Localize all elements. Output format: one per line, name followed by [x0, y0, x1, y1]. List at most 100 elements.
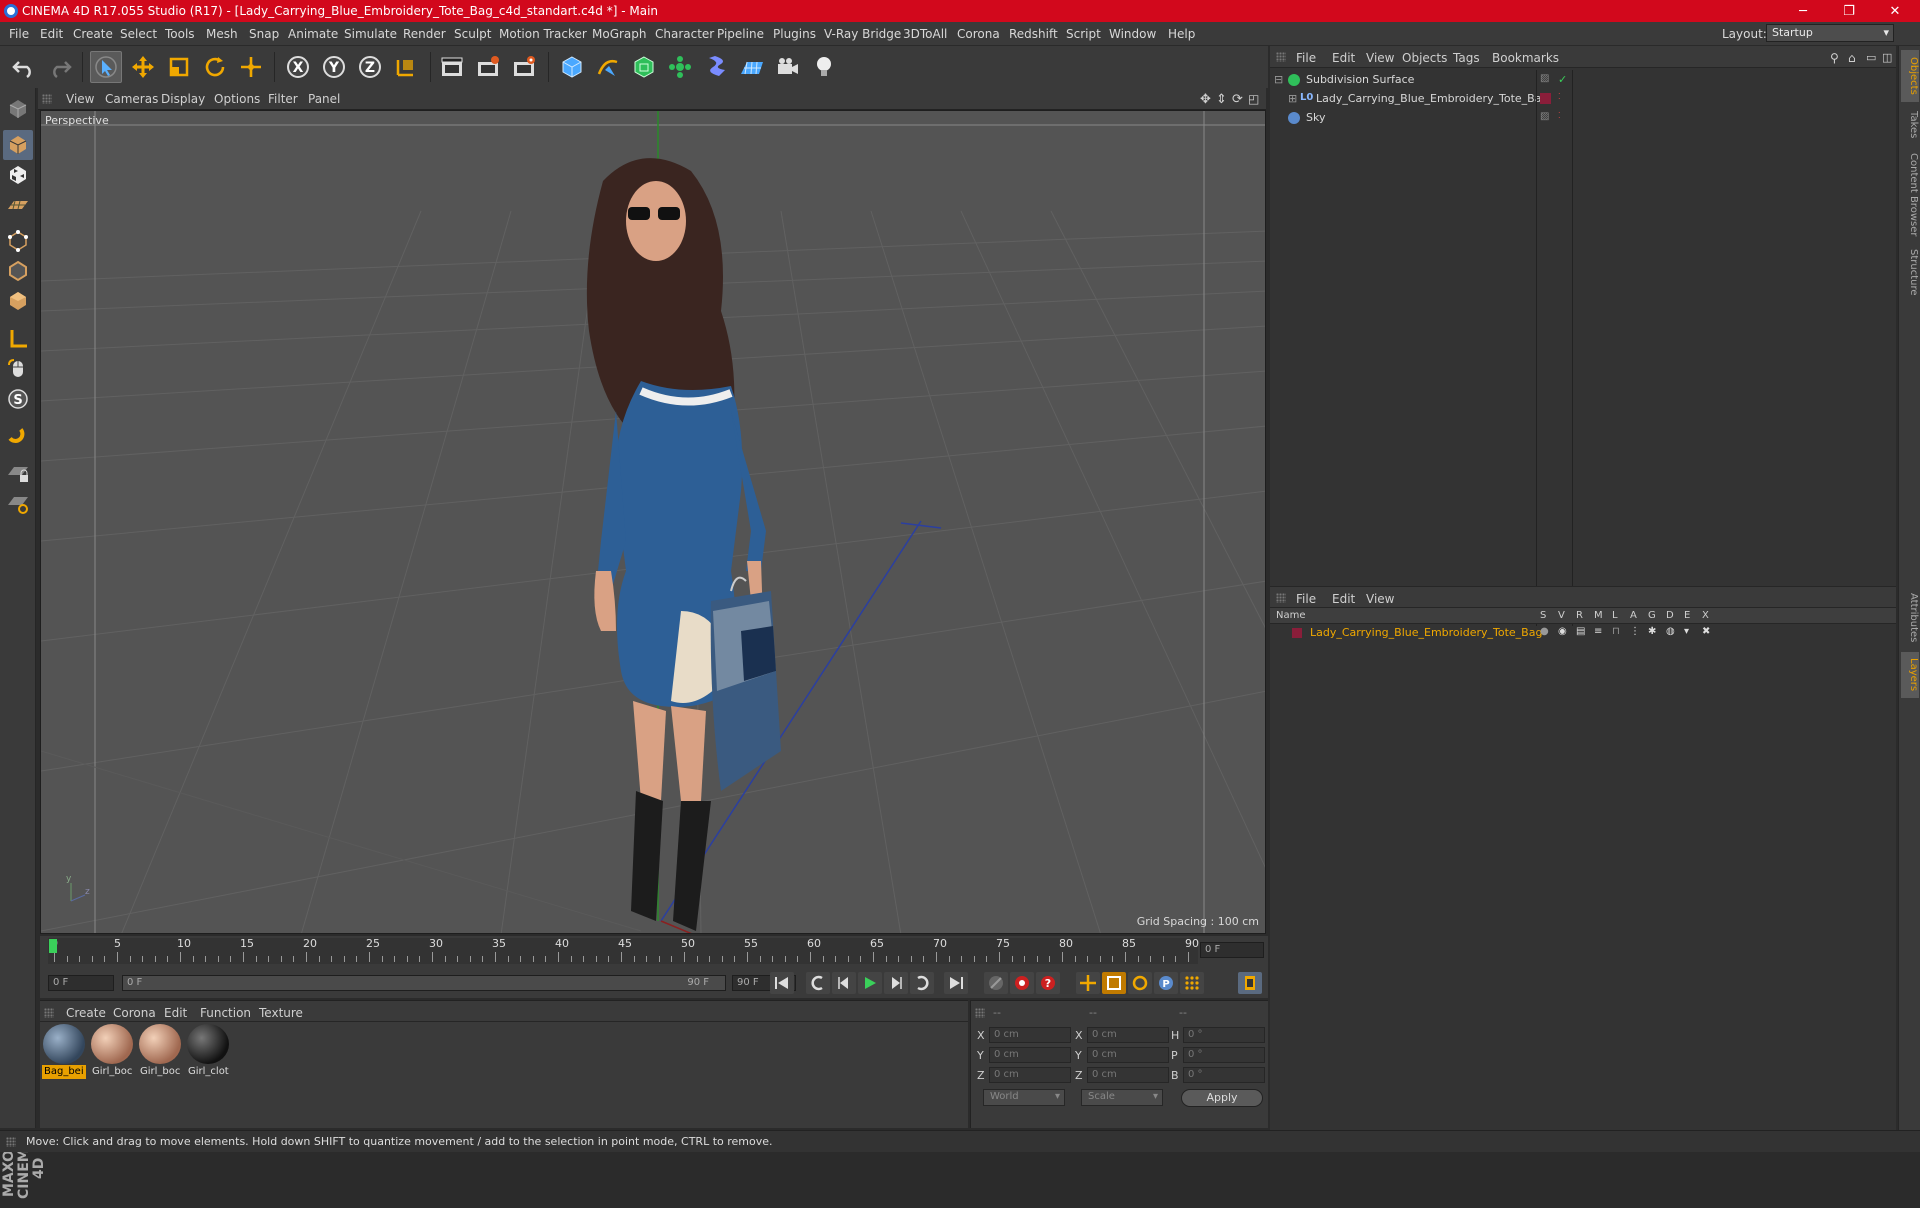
size-x-field[interactable]: 0 cm	[1087, 1027, 1169, 1043]
undo-button[interactable]	[8, 51, 40, 83]
material-swatch[interactable]: Girl_boc	[90, 1023, 134, 1079]
perspective-viewport[interactable]: y z Perspective Grid Spacing : 100 cm	[40, 110, 1266, 934]
object-menu-bookmarks[interactable]: Bookmarks	[1492, 51, 1559, 65]
tab-takes[interactable]: Takes	[1901, 104, 1919, 146]
material-menu-corona[interactable]: Corona	[113, 1006, 156, 1020]
column-render[interactable]: R	[1576, 610, 1583, 621]
move-tool-button[interactable]	[127, 51, 159, 83]
autokeying-button[interactable]	[1010, 972, 1034, 994]
x-axis-lock-button[interactable]: X	[282, 51, 314, 83]
menu-script[interactable]: Script	[1066, 27, 1101, 41]
visibility-dots-icon[interactable]: ⁚	[1558, 111, 1561, 120]
magnet-button[interactable]	[3, 422, 33, 452]
layer-tag-icon[interactable]: ▨	[1540, 111, 1549, 122]
key-parameter-button[interactable]: P	[1154, 972, 1178, 994]
add-camera-button[interactable]	[772, 51, 804, 83]
new-view-icon[interactable]: ▭	[1866, 51, 1876, 64]
object-name[interactable]: Sky	[1306, 111, 1325, 124]
object-row[interactable]: ⊟ Subdivision Surface ▨ ✓	[1270, 70, 1896, 89]
make-editable-button[interactable]	[3, 94, 33, 124]
visibility-dots-icon[interactable]: ⁚	[1558, 92, 1561, 101]
keyframe-selection-button[interactable]: ?	[1036, 972, 1060, 994]
tab-content-browser[interactable]: Content Browser	[1901, 148, 1919, 242]
object-row[interactable]: Sky ▨ ⁚	[1270, 108, 1896, 127]
column-xrefs[interactable]: X	[1702, 610, 1709, 621]
material-swatch[interactable]: Girl_boc	[138, 1023, 182, 1079]
layer-tag-icon[interactable]: ▨	[1540, 73, 1549, 84]
animation-icon[interactable]: ⋮	[1630, 626, 1640, 637]
column-expressions[interactable]: E	[1684, 610, 1690, 621]
rotate-tool-button[interactable]	[199, 51, 231, 83]
column-view[interactable]: V	[1558, 610, 1565, 621]
position-y-field[interactable]: 0 cm	[989, 1047, 1071, 1063]
size-y-field[interactable]: 0 cm	[1087, 1047, 1169, 1063]
edit-render-settings-button[interactable]	[508, 51, 540, 83]
layer-menu-file[interactable]: File	[1296, 592, 1316, 606]
material-menu-create[interactable]: Create	[66, 1006, 106, 1020]
menu-mesh[interactable]: Mesh	[206, 27, 238, 41]
add-nurbs-button[interactable]	[628, 51, 660, 83]
tab-layers[interactable]: Layers	[1901, 652, 1919, 698]
points-mode-button[interactable]	[3, 226, 33, 256]
layer-color-swatch[interactable]	[1540, 93, 1551, 104]
viewport-camera-label[interactable]: Perspective	[45, 114, 109, 127]
menu-snap[interactable]: Snap	[249, 27, 279, 41]
search-icon[interactable]: ⚲	[1830, 51, 1839, 65]
menu-corona[interactable]: Corona	[957, 27, 1000, 41]
column-generators[interactable]: G	[1648, 610, 1656, 621]
timeline-window-button[interactable]	[1238, 972, 1262, 994]
menu-animate[interactable]: Animate	[288, 27, 338, 41]
rotation-p-field[interactable]: 0 °	[1183, 1047, 1265, 1063]
texture-mode-button[interactable]	[3, 160, 33, 190]
generator-icon[interactable]: ✱	[1648, 626, 1656, 637]
viewport-menu-panel[interactable]: Panel	[308, 92, 340, 106]
snap-button[interactable]: S	[3, 384, 33, 414]
next-key-button[interactable]	[910, 972, 934, 994]
material-menu-texture[interactable]: Texture	[259, 1006, 303, 1020]
next-frame-button[interactable]	[884, 972, 908, 994]
menu-pipeline[interactable]: Pipeline	[717, 27, 764, 41]
viewport-move-icon[interactable]: ✥	[1200, 92, 1211, 107]
viewport-menu-display[interactable]: Display	[161, 92, 205, 106]
scale-tool-button[interactable]	[163, 51, 195, 83]
enabled-check-icon[interactable]: ✓	[1558, 73, 1567, 86]
minimize-button[interactable]: ─	[1780, 0, 1826, 22]
column-manager[interactable]: M	[1594, 610, 1603, 621]
render-view-button[interactable]	[436, 51, 468, 83]
xref-icon[interactable]: ✖	[1702, 626, 1710, 637]
edges-mode-button[interactable]	[3, 256, 33, 286]
menu-tools[interactable]: Tools	[165, 27, 195, 41]
layer-color-swatch[interactable]	[1292, 628, 1302, 638]
add-spline-button[interactable]	[592, 51, 624, 83]
key-rotation-button[interactable]	[1128, 972, 1152, 994]
redo-button[interactable]	[44, 51, 76, 83]
add-deformer-button[interactable]	[700, 51, 732, 83]
add-cube-button[interactable]	[556, 51, 588, 83]
model-mode-button[interactable]	[3, 130, 33, 160]
add-environment-button[interactable]	[736, 51, 768, 83]
material-menu-edit[interactable]: Edit	[164, 1006, 187, 1020]
menu-file[interactable]: File	[9, 27, 29, 41]
go-to-end-button[interactable]	[944, 972, 968, 994]
collapse-icon[interactable]: ⊟	[1274, 73, 1283, 86]
position-z-field[interactable]: 0 cm	[989, 1067, 1071, 1083]
go-to-start-button[interactable]	[770, 972, 794, 994]
panel-grip-icon[interactable]	[44, 1008, 54, 1018]
manager-icon[interactable]: ≡	[1594, 626, 1602, 637]
record-active-objects-button[interactable]	[984, 972, 1008, 994]
close-panel-icon[interactable]: ◫	[1882, 51, 1892, 64]
start-frame-field[interactable]: 0 F	[48, 975, 114, 991]
menu-simulate[interactable]: Simulate	[344, 27, 397, 41]
previous-frame-button[interactable]	[832, 972, 856, 994]
menu-create[interactable]: Create	[73, 27, 113, 41]
timeline-playhead[interactable]	[49, 939, 57, 953]
viewport-rotate-icon[interactable]: ⟳	[1232, 92, 1243, 107]
size-mode-dropdown[interactable]: Scale ▾	[1081, 1089, 1163, 1106]
timeline-ruler[interactable]: 051015202530354045505560657075808590 0 F	[40, 936, 1268, 966]
viewport-menu-view[interactable]: View	[66, 92, 94, 106]
object-menu-file[interactable]: File	[1296, 51, 1316, 65]
add-array-button[interactable]	[664, 51, 696, 83]
column-animation[interactable]: A	[1630, 610, 1637, 621]
panel-grip-icon[interactable]	[1276, 52, 1286, 62]
key-pla-button[interactable]	[1180, 972, 1204, 994]
